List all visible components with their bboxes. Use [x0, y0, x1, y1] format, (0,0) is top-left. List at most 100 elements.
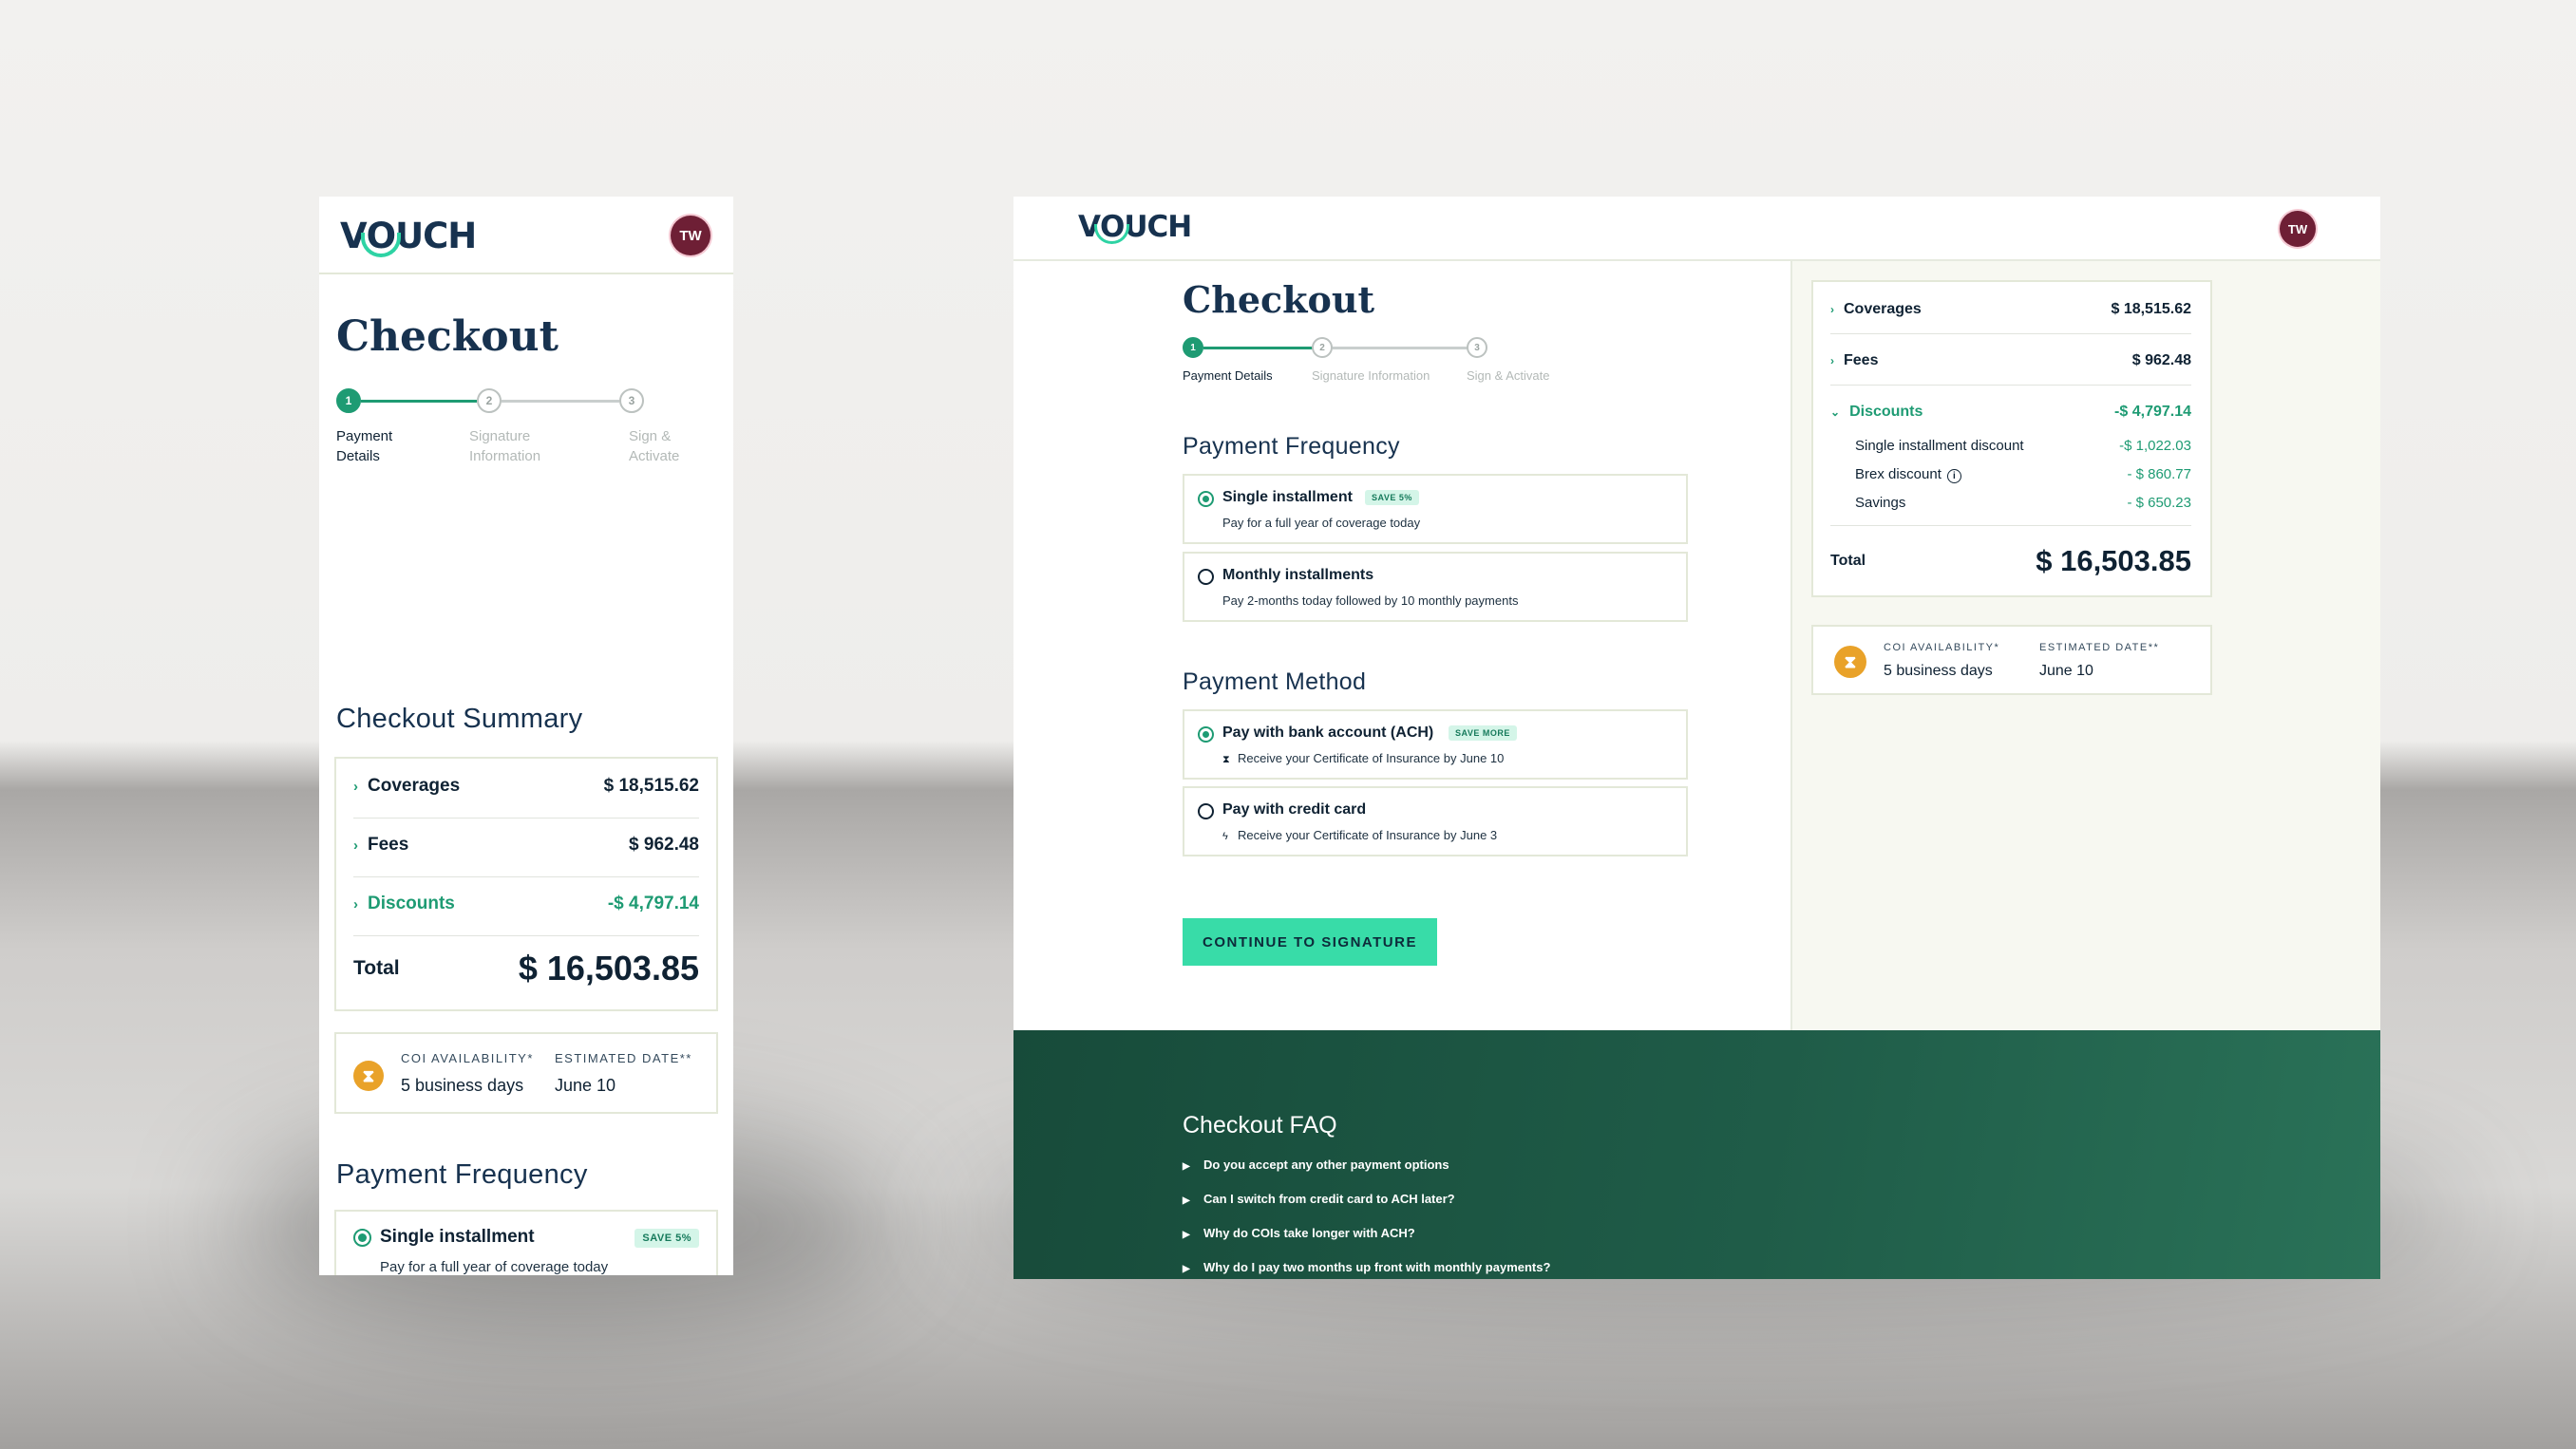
single-installment-option[interactable]: Single installment SAVE 5% Pay for a ful… [334, 1210, 718, 1275]
vouch-logo[interactable]: VOUCH [340, 216, 477, 257]
total-row: Total $ 16,503.85 [1830, 544, 2191, 578]
payment-method-heading: Payment Method [1183, 668, 1367, 695]
divider [1830, 525, 2191, 526]
discount-value: -$ 1,022.03 [2119, 438, 2191, 454]
hourglass-icon: ⧗ [1834, 646, 1866, 678]
faq-question: Why do COIs take longer with ACH? [1203, 1226, 1415, 1240]
faq-item[interactable]: ▶ Why do I pay two months up front with m… [1183, 1260, 1550, 1274]
credit-card-option[interactable]: Pay with credit card ϟ Receive your Certi… [1183, 786, 1688, 856]
total-label: Total [1830, 553, 1866, 569]
step-1-indicator: 1 [336, 388, 361, 413]
faq-item[interactable]: ▶ Can I switch from credit card to ACH la… [1183, 1192, 1455, 1206]
mobile-header: VOUCH TW [319, 197, 733, 274]
chevron-right-icon: › [353, 779, 358, 795]
step-3-indicator: 3 [1467, 337, 1487, 358]
coi-availability-card: ⧗ COI AVAILABILITY* 5 business days ESTI… [334, 1032, 718, 1114]
estimated-date-label: ESTIMATED DATE** [555, 1051, 692, 1065]
discount-label: Brex discount [1855, 466, 1941, 482]
triangle-right-icon: ▶ [1183, 1195, 1190, 1206]
avatar[interactable]: TW [2280, 211, 2316, 247]
radio-unselected[interactable] [1198, 569, 1214, 585]
faq-question: Do you accept any other payment options [1203, 1157, 1449, 1172]
radio-selected[interactable] [1198, 726, 1214, 743]
save-badge: SAVE 5% [1365, 490, 1419, 505]
faq-heading: Checkout FAQ [1183, 1112, 1337, 1138]
option-title: Single installment [1222, 489, 1353, 505]
discount-item: Single installment discount -$ 1,022.03 [1855, 438, 2191, 454]
discount-value: - $ 650.23 [2127, 495, 2191, 511]
step-1-label: Payment Details [1183, 368, 1273, 383]
step-line-2 [1333, 347, 1468, 349]
option-title: Single installment [380, 1227, 535, 1247]
total-label: Total [353, 957, 400, 979]
coverages-row[interactable]: › Coverages $ 18,515.62 [1830, 301, 2191, 318]
fees-label: Fees [1844, 352, 1879, 368]
triangle-right-icon: ▶ [1183, 1230, 1190, 1240]
desktop-checkout-screen: VOUCH TW Checkout 1 2 3 Payment Details … [1013, 197, 2380, 1279]
step-2-label: Signature Information [1312, 368, 1430, 383]
estimated-date-value: June 10 [2039, 663, 2093, 679]
hourglass-icon: ⧗ [353, 1061, 384, 1091]
chevron-right-icon: › [353, 896, 358, 913]
fees-row[interactable]: › Fees $ 962.48 [1830, 352, 2191, 369]
option-description: Pay 2-months today followed by 10 monthl… [1222, 593, 1519, 608]
discount-item: Savings - $ 650.23 [1855, 495, 2191, 511]
coi-availability-label: COI AVAILABILITY* [401, 1051, 534, 1065]
page-title: Checkout [1183, 278, 1375, 321]
vouch-logo[interactable]: VOUCH [1078, 210, 1192, 244]
faq-item[interactable]: ▶ Why do COIs take longer with ACH? [1183, 1226, 1415, 1240]
estimated-date-value: June 10 [555, 1076, 616, 1095]
divider [353, 818, 699, 819]
coi-availability-value: 5 business days [1884, 663, 1993, 679]
coi-availability-card: ⧗ COI AVAILABILITY* 5 business days ESTI… [1811, 625, 2212, 695]
step-line-1 [361, 400, 477, 403]
option-description: ⧗ Receive your Certificate of Insurance b… [1222, 751, 1504, 766]
option-title: Pay with bank account (ACH) [1222, 724, 1434, 741]
fees-value: $ 962.48 [2131, 352, 2191, 368]
fees-value: $ 962.48 [629, 835, 699, 855]
hourglass-icon: ⧗ [1222, 754, 1230, 765]
radio-unselected[interactable] [1198, 803, 1214, 819]
fees-row[interactable]: › Fees $ 962.48 [353, 835, 699, 856]
divider [1830, 385, 2191, 386]
discounts-row[interactable]: ⌄ Discounts -$ 4,797.14 [1830, 404, 2191, 421]
monthly-installments-option[interactable]: Monthly installments Pay 2-months today … [1183, 552, 1688, 622]
save-more-badge: SAVE MORE [1449, 725, 1517, 741]
mobile-checkout-screen: VOUCH TW Checkout 1 2 3 Payment Details S… [319, 197, 733, 1275]
radio-selected[interactable] [353, 1229, 371, 1247]
page-title: Checkout [336, 312, 559, 361]
bank-account-option[interactable]: Pay with bank account (ACH) SAVE MORE ⧗ R… [1183, 709, 1688, 780]
discounts-row[interactable]: › Discounts -$ 4,797.14 [353, 894, 699, 914]
chevron-right-icon: › [1830, 303, 1834, 316]
coverages-value: $ 18,515.62 [2111, 301, 2191, 317]
checkout-summary-card: › Coverages $ 18,515.62 › Fees $ 962.48 › D… [334, 757, 718, 1011]
chevron-down-icon: ⌄ [1830, 405, 1841, 419]
step-1-indicator: 1 [1183, 337, 1203, 358]
faq-item[interactable]: ▶ Do you accept any other payment options [1183, 1157, 1449, 1172]
single-installment-option[interactable]: Single installment SAVE 5% Pay for a ful… [1183, 474, 1688, 544]
total-value: $ 16,503.85 [2036, 544, 2191, 577]
option-description: Pay for a full year of coverage today [1222, 516, 1421, 530]
radio-selected[interactable] [1198, 491, 1214, 507]
coverages-row[interactable]: › Coverages $ 18,515.62 [353, 776, 699, 797]
step-3-label: Sign & Activate [629, 428, 680, 464]
discounts-label: Discounts [368, 894, 455, 913]
info-icon[interactable]: i [1946, 469, 1961, 483]
step-3-indicator: 3 [619, 388, 644, 413]
step-2-indicator: 2 [1312, 337, 1333, 358]
continue-to-signature-button[interactable]: CONTINUE TO SIGNATURE [1183, 918, 1437, 966]
estimated-date-label: ESTIMATED DATE** [2039, 642, 2160, 653]
option-description-text: Receive your Certificate of Insurance by… [1238, 751, 1505, 765]
checkout-summary-heading: Checkout Summary [336, 704, 583, 734]
coverages-label: Coverages [368, 776, 461, 796]
step-2-label: Signature Information [469, 428, 541, 464]
discount-value: - $ 860.77 [2127, 466, 2191, 482]
faq-question: Can I switch from credit card to ACH lat… [1203, 1192, 1455, 1206]
discount-item: Brex discount i - $ 860.77 [1855, 466, 2191, 483]
chevron-right-icon: › [1830, 354, 1834, 367]
coi-availability-label: COI AVAILABILITY* [1884, 642, 2000, 653]
divider [353, 876, 699, 877]
divider [1830, 333, 2191, 334]
step-3-label: Sign & Activate [1467, 368, 1550, 383]
avatar[interactable]: TW [671, 216, 710, 255]
